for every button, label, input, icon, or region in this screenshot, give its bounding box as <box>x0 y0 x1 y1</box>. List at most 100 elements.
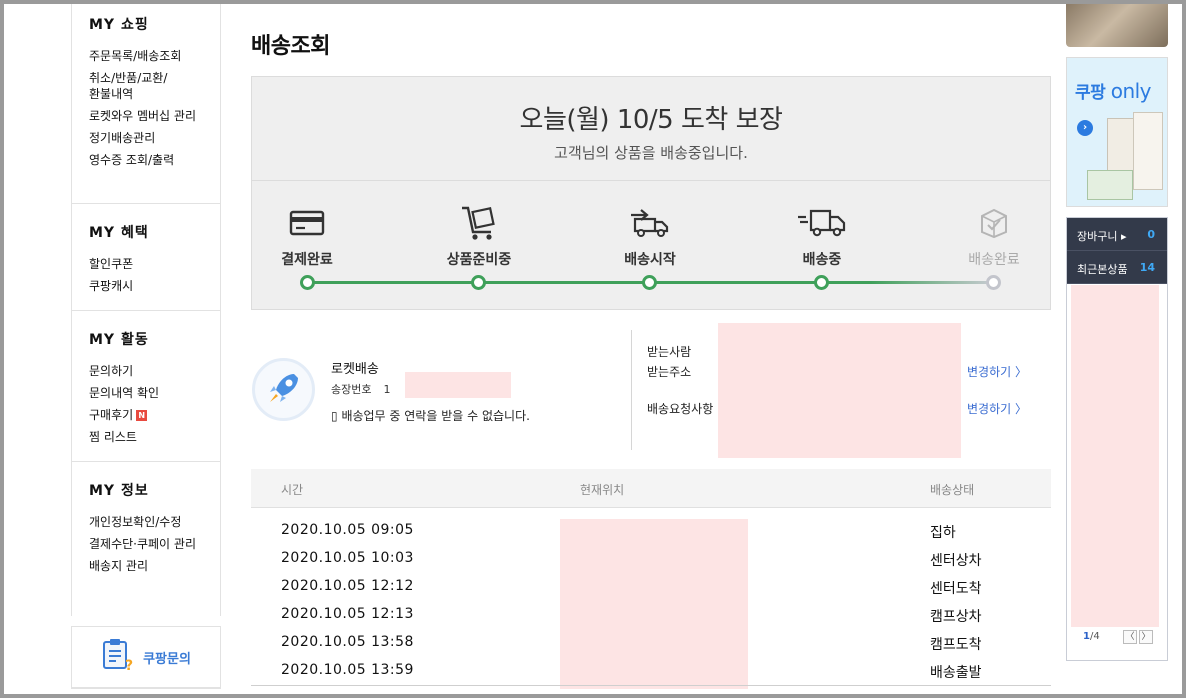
change-request-link[interactable]: 변경하기 〉 <box>967 400 1027 417</box>
pager-current: 1 <box>1083 631 1090 642</box>
row-time: 2020.10.05 09:05 <box>281 522 414 538</box>
new-badge: N <box>136 410 148 421</box>
row-status: 캠프도착 <box>930 637 982 653</box>
sidebar-item-receipt[interactable]: 영수증 조회/출력 <box>89 152 211 168</box>
invoice-number: 1 <box>383 383 391 396</box>
driver-notice: ▯ 배송업무 중 연락을 받을 수 없습니다. <box>331 407 530 424</box>
row-time: 2020.10.05 12:12 <box>281 578 414 594</box>
step-preparing: 상품준비중 <box>424 205 534 269</box>
customer-service-label: 쿠팡문의 <box>143 651 191 667</box>
sidebar-item-personal-info[interactable]: 개인정보확인/수정 <box>89 514 211 530</box>
notice-text: 배송업무 중 연락을 받을 수 없습니다. <box>341 409 530 423</box>
recipient-label: 받는사람 <box>647 345 692 359</box>
arrival-guarantee-text: 오늘(월) 10/5 도착 보장 <box>519 105 783 135</box>
progress-dot <box>986 275 1001 290</box>
address-label: 받는주소 <box>647 365 692 379</box>
product-image <box>1133 112 1163 190</box>
sidebar-item-inquiry[interactable]: 문의하기 <box>89 363 211 379</box>
row-status: 센터도착 <box>930 581 982 597</box>
sidebar-item-payment-methods[interactable]: 결제수단·쿠페이 관리 <box>89 536 211 552</box>
change-address-link[interactable]: 변경하기 〉 <box>967 363 1027 380</box>
progress-dot <box>300 275 315 290</box>
recent-count: 14 <box>1139 261 1155 274</box>
cart-label: 장바구니 ▸ <box>1077 230 1127 243</box>
sidebar-item-inquiry-history[interactable]: 문의내역 확인 <box>89 385 211 401</box>
step-in-transit: 배송중 <box>767 205 877 269</box>
redacted-recent-products <box>1071 285 1159 627</box>
rocket-icon <box>264 368 304 412</box>
recent-label: 최근본상품 <box>1077 263 1128 276</box>
step-delivered: 배송완료 <box>939 205 1049 269</box>
cart-count: 0 <box>1147 228 1155 241</box>
sidebar-item-wishlist[interactable]: 찜 리스트 <box>89 429 211 445</box>
redacted-locations <box>560 519 748 689</box>
progress-dot <box>814 275 829 290</box>
sidebar-item-coupang-cash[interactable]: 쿠팡캐시 <box>89 278 211 294</box>
next-page-button[interactable]: 〉 <box>1139 630 1153 644</box>
ad-brand-name: 쿠팡 <box>1075 83 1106 103</box>
status-description: 고객님의 상품을 배송중입니다. <box>554 144 748 162</box>
invoice-label: 송장번호 <box>331 383 372 396</box>
sidebar-heading: MY 혜택 <box>89 225 149 241</box>
sidebar-heading: MY 쇼핑 <box>89 17 149 33</box>
recent-pager: 1/4 <box>1083 631 1100 642</box>
clipboard-question-icon: ? <box>101 638 135 676</box>
recent-panel: 장바구니 ▸ 0 최근본상품 14 1/4 〈 〉 <box>1066 217 1168 661</box>
row-status: 배송출발 <box>930 665 982 681</box>
row-status: 캠프상차 <box>930 609 982 625</box>
sidebar-heading: MY 정보 <box>89 483 149 499</box>
column-status: 배송상태 <box>930 483 975 497</box>
svg-text:?: ? <box>125 658 133 672</box>
my-coupang-sidebar: MY 쇼핑 주문목록/배송조회 취소/반품/교환/환불내역 로켓와우 멤버십 관… <box>71 4 221 616</box>
delivery-progress: 결제완료 상품준비중 배송시작 배송중 배송완료 <box>252 181 1050 309</box>
credit-card-icon <box>252 205 362 241</box>
rocket-delivery-badge <box>252 358 315 421</box>
sidebar-item-order-list[interactable]: 주문목록/배송조회 <box>89 48 211 64</box>
table-bottom-border <box>251 685 1051 686</box>
progress-dot <box>471 275 486 290</box>
row-time: 2020.10.05 13:59 <box>281 662 414 678</box>
row-time: 2020.10.05 12:13 <box>281 606 414 622</box>
sidebar-item-cancel-return[interactable]: 취소/반품/교환/환불내역 <box>89 70 211 102</box>
row-status: 센터상차 <box>930 553 982 569</box>
pager-buttons: 〈 〉 <box>1123 630 1155 644</box>
sidebar-section-my-activity: MY 활동 문의하기 문의내역 확인 구매후기 N 찜 리스트 <box>72 311 220 462</box>
customer-service-button[interactable]: ? 쿠팡문의 <box>71 626 221 688</box>
recently-viewed-shortcut[interactable]: 최근본상품 14 <box>1067 251 1167 284</box>
product-image <box>1087 170 1133 200</box>
phone-off-icon: ▯ <box>331 409 338 423</box>
ad-brand-suffix: only <box>1110 79 1152 103</box>
redacted-invoice <box>405 372 511 398</box>
sidebar-item-subscription[interactable]: 정기배송관리 <box>89 130 211 146</box>
sidebar-item-rocket-wow[interactable]: 로켓와우 멤버십 관리 <box>89 108 211 124</box>
column-location: 현재위치 <box>580 483 625 497</box>
coupang-only-ad[interactable]: 쿠팡 only › <box>1066 57 1168 207</box>
sidebar-heading: MY 활동 <box>89 332 149 348</box>
box-check-icon <box>939 205 1049 241</box>
sidebar-item-coupons[interactable]: 할인쿠폰 <box>89 256 211 272</box>
step-payment-complete: 결제완료 <box>252 205 362 269</box>
step-label: 결제완료 <box>281 252 333 268</box>
sidebar-section-my-shopping: MY 쇼핑 주문목록/배송조회 취소/반품/교환/환불내역 로켓와우 멤버십 관… <box>72 4 220 204</box>
pager-total: /4 <box>1089 631 1100 642</box>
status-header: 오늘(월) 10/5 도착 보장 고객님의 상품을 배송중입니다. <box>252 77 1050 181</box>
cart-shortcut[interactable]: 장바구니 ▸ 0 <box>1067 218 1167 251</box>
sidebar-divider <box>71 688 221 689</box>
sidebar-section-my-info: MY 정보 개인정보확인/수정 결제수단·쿠페이 관리 배송지 관리 <box>72 462 220 616</box>
sidebar-item-reviews[interactable]: 구매후기 N <box>89 407 211 423</box>
step-label: 배송중 <box>802 252 842 268</box>
truck-start-icon <box>595 205 705 241</box>
chevron-right-icon[interactable]: › <box>1077 120 1093 136</box>
step-label: 배송시작 <box>624 252 676 268</box>
tracking-table-header: 시간 현재위치 배송상태 <box>251 469 1051 508</box>
sidebar-item-address-book[interactable]: 배송지 관리 <box>89 558 211 574</box>
prev-page-button[interactable]: 〈 <box>1123 630 1137 644</box>
column-time: 시간 <box>281 483 304 497</box>
page-title: 배송조회 <box>251 34 330 59</box>
step-label: 배송완료 <box>968 252 1020 268</box>
sidebar-item-label: 구매후기 <box>89 408 134 422</box>
product-ad-banner[interactable] <box>1066 4 1168 47</box>
row-status: 집하 <box>930 525 956 541</box>
ad-brand: 쿠팡 only <box>1075 78 1152 103</box>
divider <box>631 330 632 450</box>
